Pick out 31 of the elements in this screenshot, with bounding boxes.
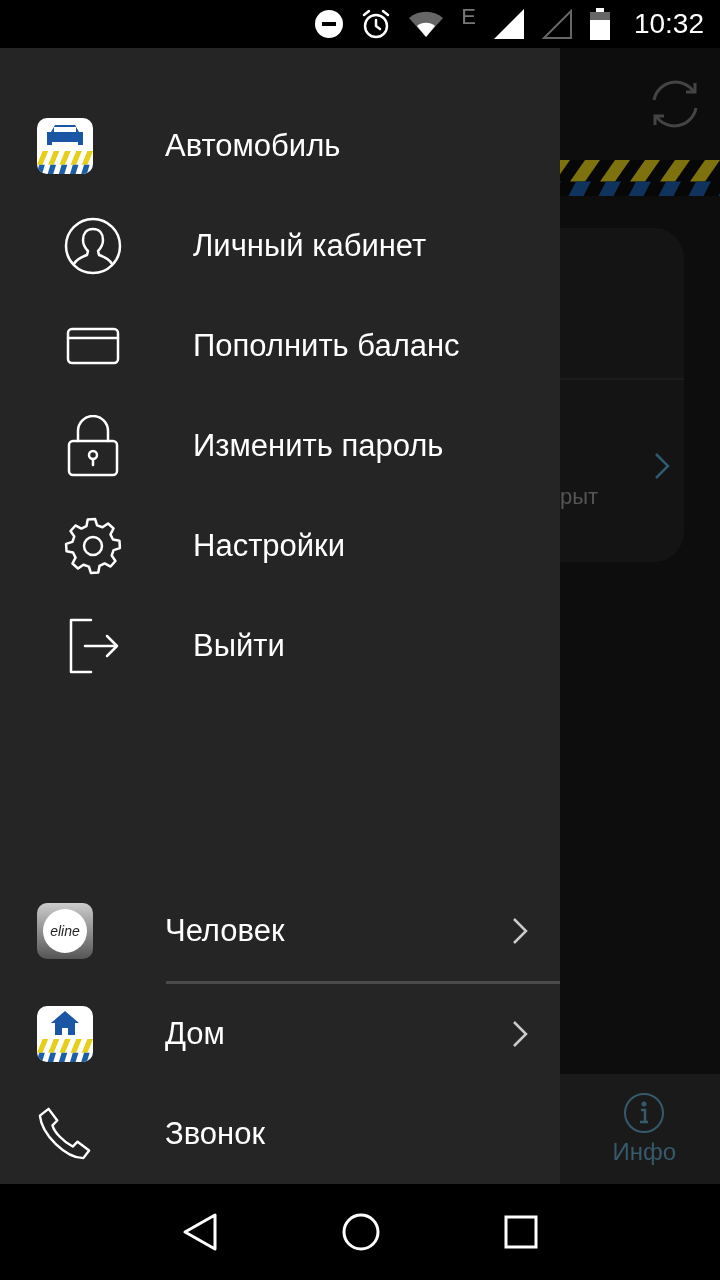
settings-icon: [64, 517, 122, 575]
app-switch-item[interactable]: Звонок: [0, 1084, 560, 1184]
do-not-disturb-icon: [315, 10, 344, 38]
card-label: рыт: [560, 484, 599, 510]
app-switch-item[interactable]: eline Человек: [0, 881, 560, 981]
clock: 10:32: [633, 8, 704, 40]
user-icon: [64, 217, 122, 275]
alarm-icon: [361, 9, 392, 39]
drawer-menu-item[interactable]: Выйти: [0, 596, 560, 696]
home-icon[interactable]: [341, 1212, 381, 1252]
back-icon[interactable]: [181, 1212, 218, 1252]
signal-icon: [493, 9, 524, 39]
app-switch-item[interactable]: Дом: [0, 984, 560, 1084]
signal-icon: [541, 9, 572, 39]
drawer-menu-item[interactable]: Пополнить баланс: [0, 296, 560, 396]
drawer-header[interactable]: Автомобиль: [0, 96, 560, 196]
logo-text: eline: [50, 923, 80, 939]
wifi-icon: [409, 11, 444, 37]
network-type: E: [461, 4, 476, 30]
car-app-icon: [37, 118, 93, 174]
lock-icon: [67, 415, 119, 477]
chevron-right-icon[interactable]: [654, 452, 670, 480]
recents-icon[interactable]: [504, 1215, 539, 1249]
drawer-menu-item[interactable]: Изменить пароль: [0, 396, 560, 496]
card-icon: [66, 327, 120, 365]
battery-icon: [589, 8, 610, 40]
house-app-icon: [37, 1006, 93, 1062]
drawer-menu-item[interactable]: Настройки: [0, 496, 560, 596]
info-icon: [623, 1092, 666, 1134]
drawer-menu-item[interactable]: Личный кабинет: [0, 196, 560, 296]
logout-icon: [67, 618, 119, 674]
